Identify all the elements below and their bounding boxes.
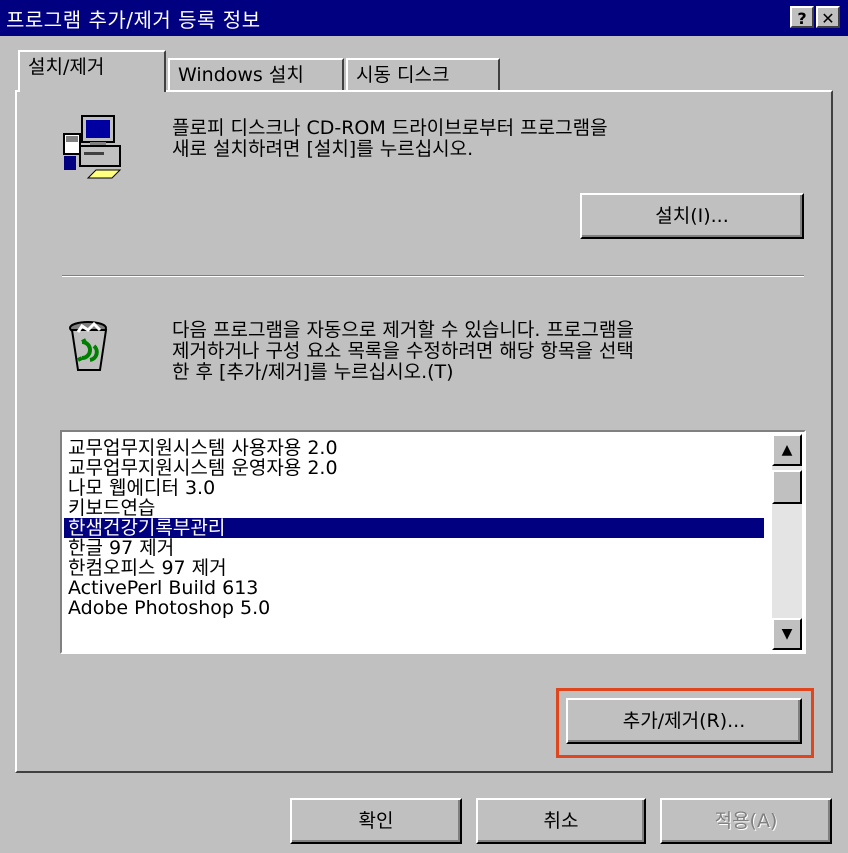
remove-desc-line2: 제거하거나 구성 요소 목록을 수정하려면 해당 항목을 선택 xyxy=(172,340,634,362)
list-item[interactable]: 교무업무지원시스템 운영자용 2.0 xyxy=(64,458,764,478)
tab-install-remove[interactable]: 설치/제거 xyxy=(18,50,166,92)
list-item[interactable]: 교무업무지원시스템 사용자용 2.0 xyxy=(64,438,764,458)
remove-desc-line1: 다음 프로그램을 자동으로 제거할 수 있습니다. 프로그램을 xyxy=(172,319,634,341)
scroll-thumb[interactable] xyxy=(772,470,802,504)
tab-startup-disk[interactable]: 시동 디스크 xyxy=(346,58,500,90)
tab-windows-setup[interactable]: Windows 설치 xyxy=(168,58,344,90)
install-description: 플로피 디스크나 CD-ROM 드라이브로부터 프로그램을 새로 설치하려면 [… xyxy=(172,118,608,160)
program-list[interactable]: 교무업무지원시스템 사용자용 2.0 교무업무지원시스템 운영자용 2.0 나모 웹… xyxy=(60,430,806,654)
list-item[interactable]: 한글 97 제거 xyxy=(64,538,764,558)
title-bar: 프로그램 추가/제거 등록 정보 ? ✕ xyxy=(0,0,848,36)
program-list-scrollbar[interactable]: ▲ ▼ xyxy=(772,434,802,650)
list-item[interactable]: ActivePerl Build 613 xyxy=(64,578,764,598)
help-button[interactable]: ? xyxy=(790,6,814,28)
apply-button-label: 적용(A) xyxy=(714,810,778,832)
scroll-up-icon[interactable]: ▲ xyxy=(772,434,802,466)
highlight-annotation xyxy=(556,688,814,758)
recycle-bin-icon xyxy=(60,318,120,378)
list-item[interactable]: 한컴오피스 97 제거 xyxy=(64,558,764,578)
close-button[interactable]: ✕ xyxy=(816,6,840,28)
list-item[interactable]: 한샘건강기록부관리 xyxy=(64,518,764,538)
list-item[interactable]: 나모 웹에디터 3.0 xyxy=(64,478,764,498)
install-button-label: 설치(I)... xyxy=(655,205,729,227)
list-item[interactable]: Adobe Photoshop 5.0 xyxy=(64,598,764,618)
computer-install-icon xyxy=(60,112,130,182)
section-divider xyxy=(62,275,804,277)
ok-button-label: 확인 xyxy=(358,810,394,832)
remove-desc-line3: 한 후 [추가/제거]를 누르십시오.(T) xyxy=(172,361,454,383)
window-title: 프로그램 추가/제거 등록 정보 xyxy=(6,8,261,32)
tab-label: 설치/제거 xyxy=(28,56,105,78)
cancel-button[interactable]: 취소 xyxy=(476,798,646,844)
apply-button[interactable]: 적용(A) xyxy=(660,798,832,844)
list-item[interactable]: 키보드연습 xyxy=(64,498,764,518)
remove-description: 다음 프로그램을 자동으로 제거할 수 있습니다. 프로그램을 제거하거나 구성… xyxy=(172,320,634,383)
program-list-items: 교무업무지원시스템 사용자용 2.0 교무업무지원시스템 운영자용 2.0 나모 웹… xyxy=(64,438,764,618)
cancel-button-label: 취소 xyxy=(543,810,579,832)
install-desc-line1: 플로피 디스크나 CD-ROM 드라이브로부터 프로그램을 xyxy=(172,117,608,139)
tab-label: Windows 설치 xyxy=(178,64,304,86)
scroll-down-icon[interactable]: ▼ xyxy=(772,618,802,650)
install-desc-line2: 새로 설치하려면 [설치]를 누르십시오. xyxy=(172,138,474,160)
install-button[interactable]: 설치(I)... xyxy=(580,193,804,239)
ok-button[interactable]: 확인 xyxy=(290,798,462,844)
tab-label: 시동 디스크 xyxy=(356,64,450,86)
